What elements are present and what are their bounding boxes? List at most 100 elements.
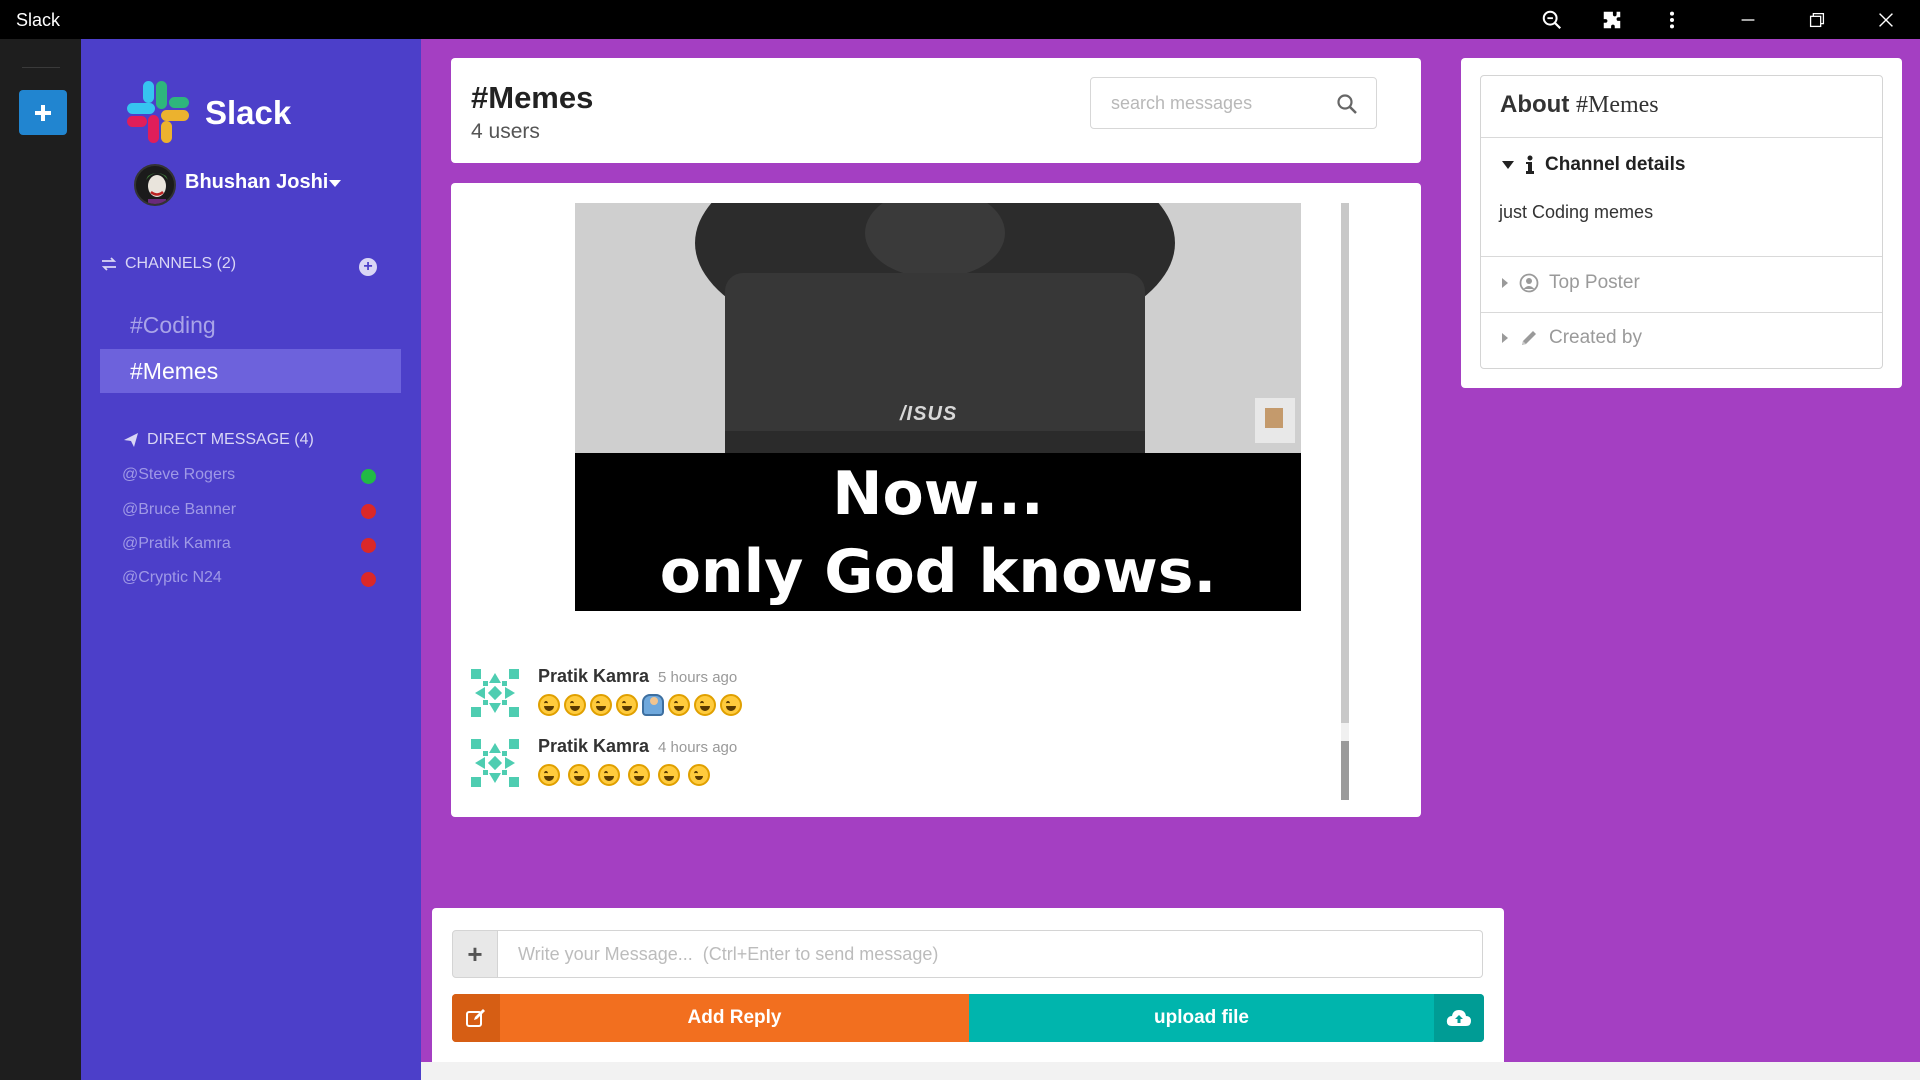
message-timestamp: 4 hours ago [658, 739, 738, 756]
meme-caption-line-2: only God knows. [659, 537, 1217, 607]
about-title-prefix: About [1500, 91, 1576, 118]
channel-memes[interactable]: #Memes [100, 349, 401, 393]
caret-down-icon [1502, 161, 1514, 169]
channel-header: #Memes 4 users [451, 58, 1421, 163]
divider [1481, 256, 1882, 257]
dm-bruce-banner[interactable]: @Bruce Banner [122, 501, 236, 519]
rofl-emoji-icon [538, 694, 560, 716]
about-title-channel: #Memes [1575, 92, 1659, 118]
close-icon[interactable] [1872, 6, 1900, 34]
upload-file-button[interactable]: upload file [969, 994, 1484, 1042]
brand-name: Slack [205, 94, 292, 131]
minimize-icon[interactable] [1734, 6, 1762, 34]
team-bar [0, 39, 81, 1080]
divider [1481, 137, 1882, 138]
offline-status-dot [361, 504, 376, 519]
message-emojis [538, 694, 742, 716]
channel-details-label: Channel details [1545, 154, 1686, 175]
rofl-emoji-icon [720, 694, 742, 716]
more-vertical-icon[interactable] [1658, 6, 1686, 34]
send-icon [124, 433, 138, 447]
meme-caption: Now... only God knows. [575, 453, 1301, 611]
meme-image[interactable]: /ISUS Now... only God knows. [575, 203, 1301, 611]
meme-caption-line-1: Now... [832, 459, 1044, 529]
window-title: Slack [16, 10, 61, 30]
attach-plus-button[interactable]: + [452, 930, 498, 978]
rofl-emoji-icon [598, 764, 620, 786]
caret-right-icon [1502, 278, 1508, 288]
user-name[interactable]: Bhushan Joshi [185, 171, 328, 194]
channels-header: CHANNELS (2) [101, 255, 236, 273]
pencil-icon [1522, 331, 1536, 345]
rofl-emoji-icon [658, 764, 680, 786]
zoom-icon[interactable] [1538, 6, 1566, 34]
add-reply-label: Add Reply [687, 1007, 782, 1028]
direct-message-header-label: DIRECT MESSAGE (4) [147, 431, 314, 448]
info-icon [1526, 155, 1534, 174]
rofl-emoji-icon [590, 694, 612, 716]
title-bar: Slack [0, 0, 1920, 39]
rofl-emoji-icon [616, 694, 638, 716]
created-by-toggle[interactable]: Created by [1501, 327, 1642, 349]
meme-photo: /ISUS [575, 203, 1301, 453]
rofl-emoji-icon [668, 694, 690, 716]
sidebar: Slack Bhushan Joshi CHANNELS (2) + #Codi… [81, 39, 421, 1080]
plus-icon [35, 104, 51, 121]
add-team-button[interactable] [19, 90, 67, 135]
channels-header-label: CHANNELS (2) [125, 255, 237, 272]
rofl-emoji-icon [564, 694, 586, 716]
search-input[interactable] [1091, 78, 1331, 128]
user-avatar[interactable] [134, 164, 176, 206]
author-avatar[interactable] [471, 669, 519, 717]
top-poster-toggle[interactable]: Top Poster [1501, 272, 1640, 294]
add-reply-button[interactable]: Add Reply [452, 994, 969, 1042]
offline-status-dot [361, 538, 376, 553]
message-input[interactable] [498, 930, 1483, 978]
dm-cryptic-n24[interactable]: @Cryptic N24 [122, 569, 222, 587]
channel-coding[interactable]: #Coding [100, 303, 401, 347]
channel-user-count: 4 users [471, 120, 540, 143]
extensions-icon[interactable] [1598, 6, 1626, 34]
window-bottom-edge [421, 1062, 1920, 1080]
team-bar-divider [22, 67, 60, 68]
compose-panel: + Add Reply upload file [432, 908, 1504, 1080]
dm-steve-rogers[interactable]: @Steve Rogers [122, 466, 235, 484]
message-emojis [538, 764, 710, 786]
message-item: Pratik Kamra 4 hours ago [471, 736, 1331, 799]
messages-scrollbar[interactable] [1341, 203, 1349, 800]
scrollbar-thumb[interactable] [1341, 741, 1349, 800]
user-circle-icon [1519, 273, 1539, 293]
rofl-emoji-icon [538, 764, 560, 786]
search-box [1090, 77, 1377, 129]
direct-message-header: DIRECT MESSAGE (4) [123, 431, 314, 449]
person-emoji-icon [642, 694, 664, 716]
search-icon[interactable] [1336, 93, 1358, 115]
message-item: Pratik Kamra 5 hours ago [471, 666, 1331, 729]
restore-icon[interactable] [1803, 6, 1831, 34]
author-avatar[interactable] [471, 739, 519, 787]
message-timestamp: 5 hours ago [658, 669, 738, 686]
add-channel-button[interactable]: + [359, 258, 377, 276]
created-by-label: Created by [1549, 327, 1642, 348]
edit-icon [452, 994, 500, 1042]
dm-pratik-kamra[interactable]: @Pratik Kamra [122, 535, 231, 553]
offline-status-dot [361, 572, 376, 587]
message-author[interactable]: Pratik Kamra [538, 736, 649, 757]
channel-details-toggle[interactable]: Channel details [1501, 154, 1685, 176]
messages-panel: /ISUS Now... only God knows. Pratik Kamr… [451, 183, 1421, 817]
user-menu-chevron-down-icon[interactable] [329, 180, 341, 187]
divider [1481, 312, 1882, 313]
upload-file-label: upload file [1154, 1007, 1249, 1028]
about-title: About #Memes [1500, 91, 1659, 119]
slack-logo-icon [127, 81, 189, 143]
main-area: #Memes 4 users /ISUS [421, 39, 1920, 1080]
rofl-emoji-icon [628, 764, 650, 786]
laptop-brand-text: /ISUS [900, 403, 958, 425]
about-panel: About #Memes Channel details just Coding… [1461, 58, 1902, 388]
caret-right-icon [1502, 333, 1508, 343]
exchange-icon [101, 257, 117, 271]
message-author[interactable]: Pratik Kamra [538, 666, 649, 687]
grin-emoji-icon [688, 764, 710, 786]
online-status-dot [361, 469, 376, 484]
cloud-upload-icon [1434, 994, 1484, 1042]
